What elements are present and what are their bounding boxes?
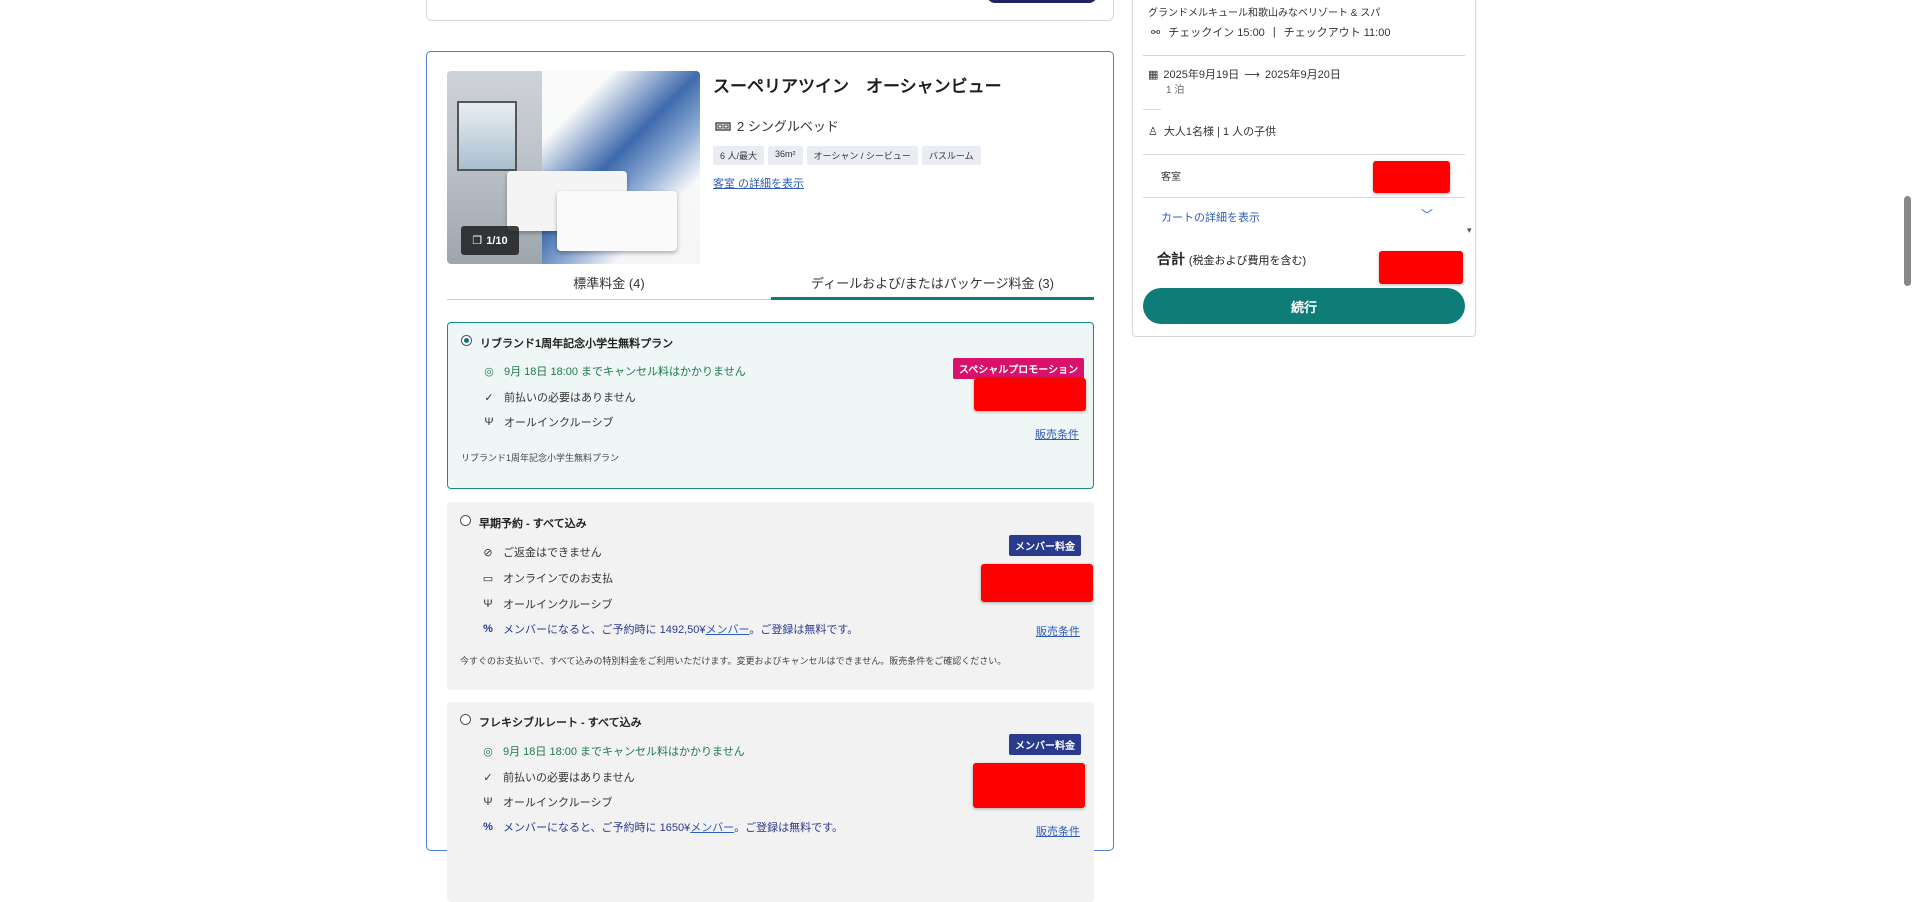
plan-radio-3[interactable] [460, 714, 471, 725]
prepay-info: ✓ 前払いの必要はありません [481, 769, 634, 785]
checkin-info: ⚯ チェックイン 15:00 | チェックアウト 11:00 [1151, 26, 1391, 39]
previous-room-card [426, 0, 1114, 21]
person-icon: ♙ [1148, 125, 1158, 138]
redacted-price [981, 564, 1093, 602]
room-photo[interactable]: ❐ 1/10 [447, 71, 700, 264]
redacted-total [1379, 251, 1463, 284]
total-label: 合計 (税金および費用を含む) [1157, 251, 1307, 267]
photo-counter[interactable]: ❐ 1/10 [461, 226, 519, 255]
plan-radio-1[interactable] [461, 335, 472, 346]
percent-icon: % [483, 623, 493, 635]
chevron-down-icon[interactable]: ﹀ [1421, 206, 1433, 223]
check-icon: ✓ [483, 771, 493, 784]
room-card: ❐ 1/10 スーペリアツイン オーシャンビュー 2 シングルベッド 6 人/最… [426, 51, 1114, 902]
tag-capacity: 6 人/最大 [713, 146, 765, 165]
tab-standard-rates[interactable]: 標準料金 (4) [447, 274, 771, 300]
prepay-info: ✓ 前払いの必要はありません [482, 389, 635, 405]
member-rate-badge: メンバー料金 [1009, 734, 1081, 755]
arrow-right-icon: ⟶ [1244, 68, 1261, 81]
bed-icon [715, 121, 731, 131]
rate-tabs: 標準料金 (4) ディールおよび/またはパッケージ料金 (3) [447, 274, 1094, 300]
nights-count: 1 泊 [1166, 85, 1185, 96]
cancel-policy: ◎ 9月 18日 18:00 までキャンセル料はかかりません [481, 743, 745, 759]
cancel-policy: ◎ 9月 18日 18:00 までキャンセル料はかかりません [482, 363, 746, 379]
stay-dates: ▦ 2025年9月19日 ⟶ 2025年9月20日 [1148, 68, 1341, 82]
gallery-icon: ❐ [472, 235, 483, 247]
check-circle-icon: ◎ [483, 745, 493, 758]
refund-policy: ⊘ ご返金はできません [481, 544, 601, 560]
payment-info: ▭ オンラインでのお支払 [482, 572, 613, 586]
calendar-icon: ▦ [1148, 68, 1159, 81]
check-icon: ✓ [484, 391, 494, 404]
plan-title: リブランド1周年記念小学生無料プラン [480, 338, 674, 350]
plan-title: 早期予約 - すべて込み [479, 518, 587, 530]
terms-link[interactable]: 販売条件 [1036, 623, 1080, 639]
rate-plan-3[interactable]: フレキシブルレート - すべて込み ◎ 9月 18日 18:00 までキャンセル… [447, 702, 1094, 902]
booking-summary: グランドメルキュール和歌山みなベリゾート & スパ ⚯ チェックイン 15:00… [1132, 0, 1476, 337]
room-title: スーペリアツイン オーシャンビュー [713, 77, 1002, 96]
scroll-down-icon[interactable]: ▾ [1467, 225, 1472, 236]
divider [1143, 197, 1465, 198]
bed-info: 2 シングルベッド [715, 116, 839, 135]
room-details-link[interactable]: 客室 の詳細を表示 [713, 175, 804, 191]
page-scrollbar[interactable] [1904, 196, 1911, 286]
hotel-name: グランドメルキュール和歌山みなベリゾート & スパ [1148, 8, 1381, 19]
tab-deals[interactable]: ディールおよび/またはパッケージ料金 (3) [771, 274, 1094, 300]
room-label: 客室 [1161, 172, 1181, 183]
tag-size: 36m² [768, 146, 803, 165]
utensils-icon: Ψ [484, 416, 494, 428]
room-tags: 6 人/最大 36m² オーシャン / シービュー バスルーム [713, 146, 981, 165]
utensils-icon: Ψ [483, 598, 493, 610]
divider [1143, 154, 1465, 155]
member-link[interactable]: メンバー [706, 624, 750, 636]
link-icon: ⚯ [1151, 26, 1161, 39]
separator: | [1272, 26, 1276, 38]
check-circle-icon: ◎ [484, 365, 494, 378]
divider-short [1143, 109, 1161, 110]
redacted-room-price [1373, 161, 1450, 193]
plan-note: 今すぐのお支払いで、すべて込みの特別料金をご利用いただけます。変更およびキャンセ… [460, 656, 1007, 666]
continue-button[interactable]: 続行 [1143, 288, 1465, 324]
percent-icon: % [483, 821, 493, 833]
utensils-icon: Ψ [483, 796, 493, 808]
meal-info: Ψ オールインクルーシブ [482, 414, 613, 430]
terms-link[interactable]: 販売条件 [1035, 426, 1079, 442]
cart-details-link[interactable]: カートの詳細を表示 [1161, 209, 1260, 225]
rate-plan-1[interactable]: リブランド1周年記念小学生無料プラン ◎ 9月 18日 18:00 までキャンセ… [447, 322, 1094, 489]
no-refund-icon: ⊘ [483, 546, 493, 559]
member-link[interactable]: メンバー [690, 822, 734, 834]
previous-card-button[interactable] [987, 0, 1097, 3]
tag-bathroom: バスルーム [921, 146, 981, 165]
credit-card-icon: ▭ [482, 572, 494, 585]
meal-info: Ψ オールインクルーシブ [481, 794, 612, 810]
meal-info: Ψ オールインクルーシブ [481, 596, 612, 612]
plan-note: リブランド1周年記念小学生無料プラン [461, 453, 620, 463]
member-rate-badge: メンバー料金 [1009, 535, 1081, 556]
rate-plan-2[interactable]: 早期予約 - すべて込み ⊘ ご返金はできません ▭ オンラインでのお支払 Ψ … [447, 502, 1094, 690]
member-offer: % メンバーになると、ご予約時に 1492,50¥メンバー。ご登録は無料です。 [481, 621, 858, 637]
plan-title: フレキシブルレート - すべて込み [479, 717, 642, 729]
redacted-price [974, 378, 1086, 411]
promo-badge: スペシャルプロモーション [953, 358, 1085, 379]
divider [1143, 55, 1465, 56]
tag-view: オーシャン / シービュー [806, 146, 918, 165]
redacted-price [973, 763, 1085, 808]
guest-info: ♙ 大人1名様 | 1 人の子供 [1148, 125, 1277, 139]
plan-radio-2[interactable] [460, 515, 471, 526]
member-offer: % メンバーになると、ご予約時に 1650¥メンバー。ご登録は無料です。 [481, 819, 843, 835]
